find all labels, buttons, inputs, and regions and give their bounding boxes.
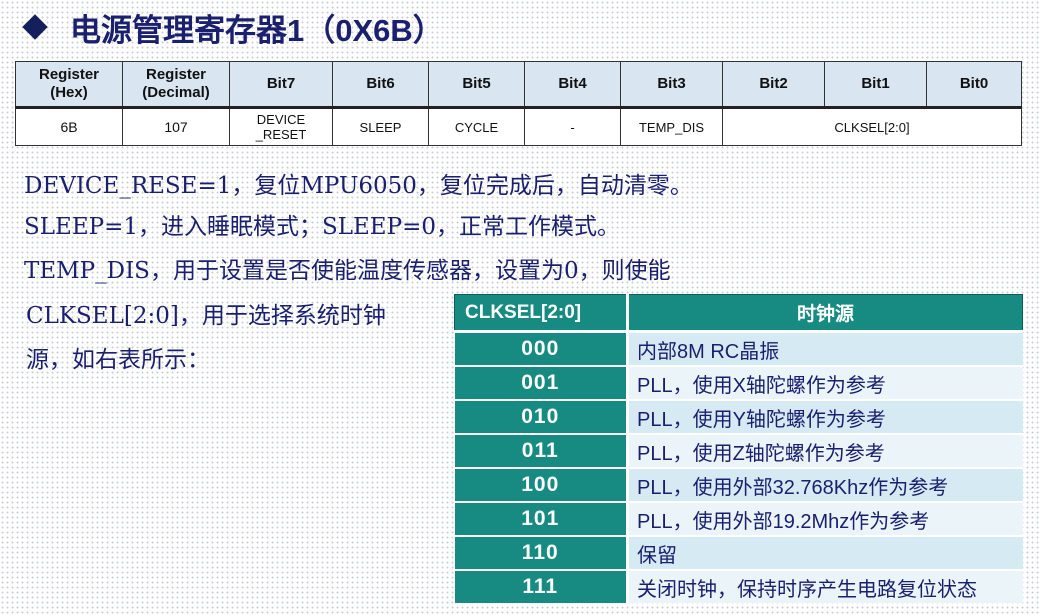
clksel-code: 110	[454, 535, 629, 570]
clock-source: PLL，使用外部19.2Mhz作为参考	[627, 501, 1023, 536]
clksel-code: 011	[454, 433, 629, 468]
table-row: 111 关闭时钟，保持时序产生电路复位状态	[454, 569, 1023, 603]
paragraph-device-reset: DEVICE_RESE=1，复位MPU6050，复位完成后，自动清零。	[24, 173, 693, 199]
diamond-bullet-icon	[22, 14, 48, 40]
clock-table-header-row: CLKSEL[2:0] 时钟源	[454, 294, 1023, 333]
page-title: 电源管理寄存器1（0X6B）	[22, 2, 444, 52]
paragraph-clksel: CLKSEL[2:0]，用于选择系统时钟	[26, 303, 386, 329]
header-register-hex: Register (Hex)	[15, 61, 123, 108]
clksel-code: 001	[454, 365, 629, 400]
header-bit6: Bit6	[332, 61, 429, 108]
paragraph-temp-dis: TEMP_DIS，用于设置是否使能温度传感器，设置为0，则使能	[24, 258, 671, 284]
cell-hex: 6B	[15, 107, 123, 146]
clock-source: PLL，使用外部32.768Khz作为参考	[627, 467, 1023, 502]
header-clksel: CLKSEL[2:0]	[454, 294, 629, 333]
header-clock-source: 时钟源	[627, 294, 1023, 333]
table-row: 010 PLL，使用Y轴陀螺作为参考	[454, 399, 1023, 434]
register-table: Register (Hex) Register (Decimal) Bit7 B…	[15, 61, 1022, 146]
clock-source: 内部8M RC晶振	[627, 330, 1023, 366]
header-bit0: Bit0	[926, 61, 1022, 108]
cell-bit7-label: DEVICE _RESET	[255, 112, 307, 142]
header-bit5: Bit5	[428, 61, 525, 108]
paragraph-clksel-cont: 源，如右表所示：	[26, 347, 210, 373]
cell-bit4: -	[524, 107, 621, 146]
clksel-code: 000	[454, 330, 629, 366]
register-header-row: Register (Hex) Register (Decimal) Bit7 B…	[15, 61, 1022, 108]
clock-source: PLL，使用Z轴陀螺作为参考	[627, 433, 1023, 468]
clksel-code: 101	[454, 501, 629, 536]
cell-bit3: TEMP_DIS	[620, 107, 723, 146]
cell-bit5: CYCLE	[428, 107, 525, 146]
header-bit3: Bit3	[620, 61, 723, 108]
register-value-row: 6B 107 DEVICE _RESET SLEEP CYCLE - TEMP_…	[15, 107, 1022, 146]
table-row: 000 内部8M RC晶振	[454, 330, 1023, 366]
table-row: 101 PLL，使用外部19.2Mhz作为参考	[454, 501, 1023, 536]
header-register-decimal: Register (Decimal)	[122, 61, 230, 108]
clksel-code: 111	[454, 569, 629, 603]
header-bit2: Bit2	[722, 61, 825, 108]
cell-decimal: 107	[122, 107, 230, 146]
cell-bit6: SLEEP	[332, 107, 429, 146]
header-bit4: Bit4	[524, 61, 621, 108]
header-register-decimal-label: Register (Decimal)	[142, 66, 210, 101]
table-row: 110 保留	[454, 535, 1023, 570]
table-row: 011 PLL，使用Z轴陀螺作为参考	[454, 433, 1023, 468]
cell-bit7: DEVICE _RESET	[229, 107, 333, 146]
table-row: 001 PLL，使用X轴陀螺作为参考	[454, 365, 1023, 400]
table-row: 100 PLL，使用外部32.768Khz作为参考	[454, 467, 1023, 502]
header-bit7: Bit7	[229, 61, 333, 108]
clock-source: 保留	[627, 535, 1023, 570]
header-register-hex-label: Register (Hex)	[38, 66, 100, 101]
clksel-code: 010	[454, 399, 629, 434]
clksel-code: 100	[454, 467, 629, 502]
paragraph-sleep: SLEEP=1，进入睡眠模式；SLEEP=0，正常工作模式。	[24, 214, 620, 240]
header-bit1: Bit1	[824, 61, 927, 108]
clock-source-table: CLKSEL[2:0] 时钟源 000 内部8M RC晶振 001 PLL，使用…	[454, 294, 1023, 603]
page-title-text: 电源管理寄存器1（0X6B）	[70, 12, 444, 48]
clock-source: PLL，使用Y轴陀螺作为参考	[627, 399, 1023, 434]
clock-source: 关闭时钟，保持时序产生电路复位状态	[627, 569, 1023, 603]
cell-bit2-0: CLKSEL[2:0]	[722, 107, 1022, 146]
clock-source: PLL，使用X轴陀螺作为参考	[627, 365, 1023, 400]
